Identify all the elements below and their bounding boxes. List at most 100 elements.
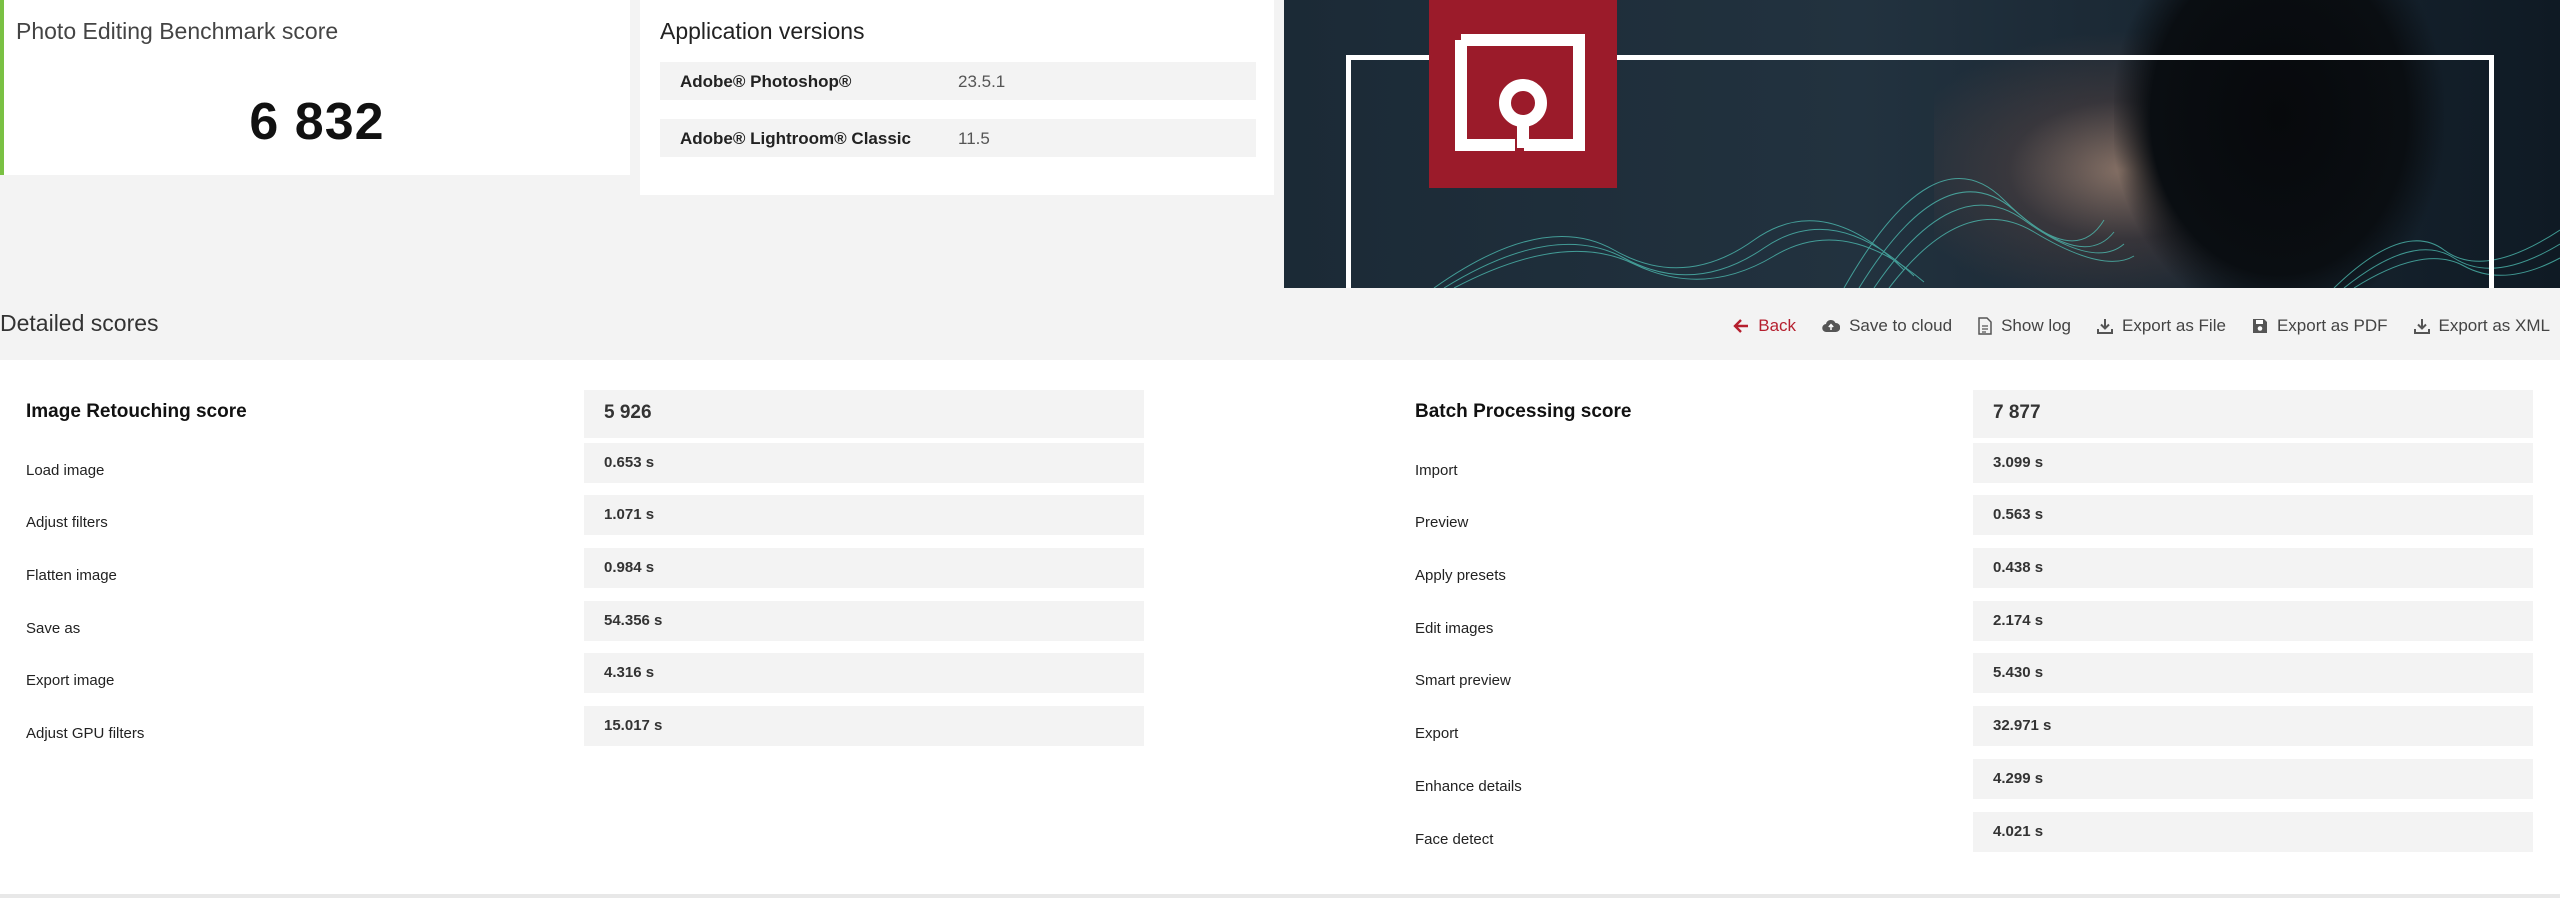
item-label: Edit images [1415, 619, 1494, 637]
batch-processing-column: Batch Processing score 7 877 Import 3.09… [1415, 390, 2533, 864]
detailed-scores-title: Detailed scores [0, 310, 159, 336]
item-value: 4.299 s [1993, 769, 2044, 787]
cloud-upload-icon [1822, 319, 1841, 333]
item-value-box: 15.017 s [584, 706, 1144, 747]
item-value-box: 3.099 s [1973, 442, 2533, 483]
batch-item-row: Apply presets 0.438 s [1415, 548, 2533, 601]
batch-item-row: Face detect 4.021 s [1415, 811, 2533, 865]
item-label: Import [1415, 461, 1458, 479]
benchmark-score-card: Photo Editing Benchmark score 6 832 [0, 0, 630, 175]
batch-item-row: Export 32.971 s [1415, 706, 2533, 759]
show-log-button[interactable]: Show log [1978, 316, 2071, 336]
image-retouching-column: Image Retouching score 5 926 Load image … [26, 390, 1144, 759]
results-toolbar: Back Save to cloud Show log Export as Fi… [1733, 316, 2550, 336]
batch-item-row: Enhance details 4.299 s [1415, 758, 2533, 812]
batch-score-box: 7 877 [1973, 390, 2533, 438]
item-value-box: 0.563 s [1973, 495, 2533, 536]
item-value-box: 0.653 s [584, 442, 1144, 483]
export-file-button[interactable]: Export as File [2097, 316, 2226, 336]
retouching-item-row: Load image 0.653 s [26, 442, 1144, 496]
item-label: Load image [26, 461, 105, 479]
retouching-item-row: Flatten image 0.984 s [26, 548, 1144, 601]
batch-score-value: 7 877 [1993, 402, 2041, 423]
benchmark-logo-icon [1429, 0, 1617, 188]
item-value: 0.984 s [604, 559, 655, 577]
item-value-box: 32.971 s [1973, 706, 2533, 747]
retouching-item-row: Save as 54.356 s [26, 600, 1144, 654]
export-pdf-label: Export as PDF [2276, 316, 2388, 335]
download-icon [2413, 319, 2430, 334]
retouching-score-row: Image Retouching score 5 926 [26, 390, 1144, 443]
item-value: 32.971 s [1993, 717, 2052, 735]
retouching-score-value: 5 926 [604, 402, 652, 423]
item-label: Adjust GPU filters [26, 725, 145, 743]
item-label: Apply presets [1415, 567, 1506, 585]
retouching-item-row: Export image 4.316 s [26, 653, 1144, 706]
item-value: 4.021 s [1993, 822, 2044, 840]
export-xml-button[interactable]: Export as XML [2413, 316, 2551, 336]
item-value: 3.099 s [1993, 453, 2044, 471]
version-row-lightroom: Adobe® Lightroom® Classic 11.5 [660, 119, 1256, 157]
batch-item-row: Import 3.099 s [1415, 442, 2533, 496]
item-value: 4.316 s [604, 664, 655, 682]
export-xml-label: Export as XML [2438, 316, 2551, 335]
item-value-box: 0.438 s [1973, 548, 2533, 589]
item-value-box: 2.174 s [1973, 600, 2533, 641]
item-label: Export [1415, 725, 1459, 743]
arrow-left-icon [1733, 319, 1749, 333]
retouching-item-row: Adjust filters 1.071 s [26, 495, 1144, 548]
download-icon [2097, 319, 2114, 334]
app-version: 11.5 [958, 129, 990, 148]
item-value: 15.017 s [604, 717, 663, 735]
benchmark-score-title: Photo Editing Benchmark score [16, 18, 339, 44]
app-version: 23.5.1 [958, 72, 1006, 91]
export-file-label: Export as File [2122, 316, 2226, 335]
application-versions-title: Application versions [660, 18, 865, 44]
item-value: 1.071 s [604, 506, 655, 524]
item-value-box: 5.430 s [1973, 653, 2533, 694]
panel-bottom-divider [0, 894, 2560, 898]
retouching-score-label: Image Retouching score [26, 401, 247, 422]
item-value: 2.174 s [1993, 611, 2044, 629]
batch-item-row: Edit images 2.174 s [1415, 600, 2533, 654]
version-row-photoshop: Adobe® Photoshop® 23.5.1 [660, 62, 1256, 100]
item-label: Export image [26, 672, 115, 690]
item-value-box: 4.299 s [1973, 758, 2533, 799]
item-label: Flatten image [26, 567, 117, 585]
batch-score-label: Batch Processing score [1415, 401, 1632, 422]
item-value-box: 4.021 s [1973, 811, 2533, 852]
retouching-score-box: 5 926 [584, 390, 1144, 438]
export-pdf-button[interactable]: Export as PDF [2252, 316, 2388, 336]
document-icon [1978, 317, 1992, 335]
app-name: Adobe® Lightroom® Classic [680, 129, 911, 148]
application-versions-card: Application versions Adobe® Photoshop® 2… [640, 0, 1274, 195]
detailed-scores-panel: Image Retouching score 5 926 Load image … [0, 360, 2560, 898]
item-value-box: 54.356 s [584, 600, 1144, 641]
item-label: Adjust filters [26, 514, 108, 532]
app-name: Adobe® Photoshop® [680, 72, 852, 91]
back-button[interactable]: Back [1733, 316, 1796, 336]
item-value: 0.653 s [604, 453, 655, 471]
batch-item-row: Smart preview 5.430 s [1415, 653, 2533, 706]
save-to-cloud-label: Save to cloud [1849, 316, 1953, 335]
save-to-cloud-button[interactable]: Save to cloud [1822, 316, 1952, 336]
back-label: Back [1758, 316, 1797, 335]
item-value: 54.356 s [604, 611, 663, 629]
item-label: Face detect [1415, 830, 1494, 848]
batch-score-row: Batch Processing score 7 877 [1415, 390, 2533, 443]
item-label: Preview [1415, 514, 1469, 532]
item-label: Save as [26, 619, 81, 637]
item-label: Enhance details [1415, 777, 1522, 795]
item-value: 0.563 s [1993, 506, 2044, 524]
retouching-item-row: Adjust GPU filters 15.017 s [26, 706, 1144, 759]
show-log-label: Show log [2001, 316, 2072, 335]
item-value-box: 1.071 s [584, 495, 1144, 536]
item-value-box: 0.984 s [584, 548, 1144, 589]
item-label: Smart preview [1415, 672, 1511, 690]
item-value: 5.430 s [1993, 664, 2044, 682]
hero-banner-image [1284, 0, 2560, 288]
item-value-box: 4.316 s [584, 653, 1144, 694]
benchmark-score-value: 6 832 [249, 93, 385, 151]
batch-item-row: Preview 0.563 s [1415, 495, 2533, 548]
floppy-disk-icon [2252, 319, 2267, 333]
